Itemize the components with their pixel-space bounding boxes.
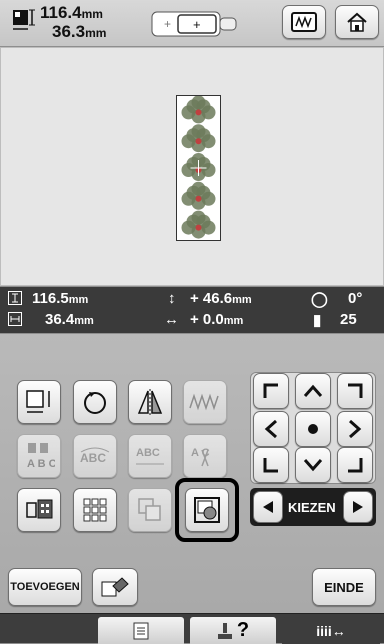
motif-repeat bbox=[181, 181, 216, 210]
chevron-left-icon bbox=[264, 419, 277, 439]
move-up-right-button[interactable] bbox=[337, 373, 373, 409]
hoop-size-indicator: + + bbox=[150, 9, 240, 39]
width-size: 36.4mm bbox=[45, 311, 94, 328]
rotation-value: 0° bbox=[348, 290, 363, 307]
center-button[interactable] bbox=[295, 411, 331, 447]
density-button[interactable] bbox=[183, 380, 227, 424]
triangle-right-icon bbox=[353, 501, 363, 513]
resize-icon bbox=[26, 390, 50, 413]
info-bar: 116.5mm 36.4mm ↕ + 46.6mm ↔ + 0.0mm ◯ 0°… bbox=[0, 287, 384, 333]
move-down-left-button[interactable] bbox=[253, 447, 289, 483]
offset-y: + 46.6mm bbox=[190, 290, 252, 307]
help-icon: ? bbox=[236, 619, 250, 641]
vertical-move-icon: ↕ bbox=[168, 290, 176, 307]
group-button[interactable] bbox=[128, 488, 172, 532]
tab-help[interactable]: ? bbox=[190, 617, 276, 644]
move-down-right-button[interactable] bbox=[337, 447, 373, 483]
tab-spacing[interactable]: iiii↔ bbox=[282, 617, 380, 644]
motif-repeat bbox=[181, 210, 216, 239]
corner-up-left-icon bbox=[263, 383, 278, 398]
eraser-icon bbox=[101, 577, 129, 597]
frame-icon bbox=[291, 12, 317, 32]
layers-icon bbox=[138, 498, 161, 521]
motif-repeat bbox=[181, 124, 216, 153]
motif-repeat bbox=[181, 95, 216, 124]
rotation-icon: ◯ bbox=[311, 291, 328, 308]
chevron-down-icon bbox=[303, 459, 323, 472]
top-bar: 116.4mm 36.3mm + + bbox=[0, 0, 384, 46]
chevron-right-icon bbox=[349, 419, 362, 439]
rotate-icon bbox=[84, 392, 106, 414]
move-up-left-button[interactable] bbox=[253, 373, 289, 409]
bottom-tab-bar: ? iiii↔ bbox=[0, 613, 384, 644]
width-icon bbox=[8, 312, 22, 330]
thread-spool-icon: ▮ bbox=[313, 312, 322, 329]
move-down-button[interactable] bbox=[295, 447, 331, 483]
arc-text-icon: ABC bbox=[80, 447, 110, 465]
move-right-button[interactable] bbox=[337, 411, 373, 447]
text-spacing-button[interactable]: ABC bbox=[128, 434, 172, 478]
height-icon bbox=[8, 291, 22, 309]
spacing-label: iiii↔ bbox=[316, 622, 346, 639]
scissors-icon: A C bbox=[191, 447, 210, 467]
offset-x: + 0.0mm bbox=[190, 311, 244, 328]
tab-list[interactable] bbox=[98, 617, 184, 644]
embroidery-view-button[interactable] bbox=[282, 5, 326, 39]
multi-color-button[interactable] bbox=[17, 488, 61, 532]
color-count: 25 bbox=[340, 311, 357, 328]
add-button[interactable]: TOEVOEGEN bbox=[8, 568, 82, 606]
embroidery-motif-icon bbox=[181, 95, 216, 239]
svg-text:A B C: A B C bbox=[27, 458, 55, 470]
hoop-icon: + + bbox=[151, 11, 237, 37]
pattern-frame bbox=[176, 95, 221, 241]
svg-text:ABC: ABC bbox=[80, 451, 106, 465]
border-icon bbox=[194, 497, 220, 523]
embroidery-canvas[interactable] bbox=[0, 47, 384, 286]
corner-up-right-icon bbox=[348, 383, 363, 398]
svg-text:+: + bbox=[164, 17, 171, 31]
repeat-button[interactable] bbox=[73, 488, 117, 532]
move-up-button[interactable] bbox=[295, 373, 331, 409]
spacing-icon: ABC bbox=[136, 447, 164, 465]
grid-icon bbox=[83, 498, 107, 522]
home-icon bbox=[347, 12, 367, 32]
density-icon bbox=[189, 393, 219, 411]
triangle-left-icon bbox=[263, 501, 273, 513]
text-split-button[interactable]: A C bbox=[183, 434, 227, 478]
width-value: 116.4mm bbox=[40, 3, 103, 22]
select-previous-button[interactable] bbox=[253, 491, 283, 523]
height-size: 116.5mm bbox=[32, 290, 89, 307]
select-label: KIEZEN bbox=[288, 500, 336, 515]
svg-text:ABC: ABC bbox=[136, 447, 160, 459]
array-text-button[interactable]: A B C bbox=[17, 434, 61, 478]
machine-icon bbox=[217, 622, 232, 639]
size-button[interactable] bbox=[17, 380, 61, 424]
horizontal-move-icon: ↔ bbox=[164, 311, 179, 328]
svg-text:+: + bbox=[193, 17, 201, 32]
move-left-button[interactable] bbox=[253, 411, 289, 447]
mirror-icon bbox=[137, 389, 163, 415]
center-dot-icon bbox=[308, 424, 318, 434]
select-next-button[interactable] bbox=[343, 491, 373, 523]
home-button[interactable] bbox=[335, 5, 379, 39]
end-button[interactable]: EINDE bbox=[312, 568, 376, 606]
rotate-button[interactable] bbox=[73, 380, 117, 424]
chevron-up-icon bbox=[303, 384, 323, 397]
height-value: 36.3mm bbox=[52, 22, 107, 41]
size-icon bbox=[12, 8, 36, 32]
text-arc-button[interactable]: ABC bbox=[73, 434, 117, 478]
text-array-icon: A B C bbox=[27, 443, 55, 470]
mirror-button[interactable] bbox=[128, 380, 172, 424]
corner-down-left-icon bbox=[263, 458, 278, 473]
corner-down-right-icon bbox=[348, 458, 363, 473]
border-button[interactable] bbox=[185, 488, 229, 532]
delete-button[interactable] bbox=[92, 568, 138, 606]
color-palette-icon bbox=[26, 499, 53, 519]
list-icon bbox=[133, 622, 149, 639]
